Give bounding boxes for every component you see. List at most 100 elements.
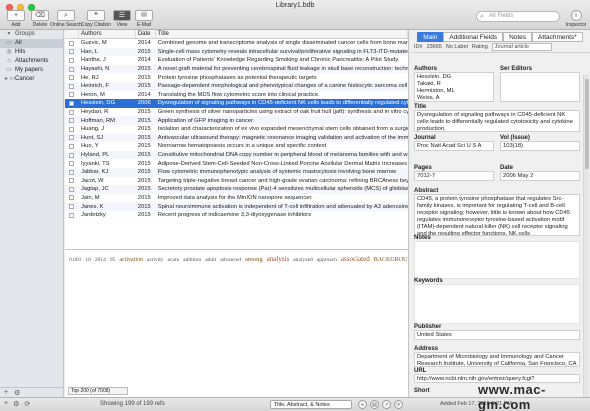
cloud-word[interactable]: associated — [341, 255, 370, 263]
cloud-word[interactable]: 95 — [110, 257, 116, 263]
row-checkbox[interactable] — [65, 126, 79, 132]
row-checkbox[interactable] — [65, 195, 79, 201]
table-row[interactable]: Hesslein, DG 2006 Dysregulation of signali… — [65, 99, 408, 108]
row-checkbox[interactable] — [65, 135, 79, 141]
row-checkbox[interactable] — [65, 169, 79, 175]
refresh-icon[interactable]: ⟳ — [394, 400, 403, 409]
table-row[interactable]: Jain, M 2015 Improved data analysis for th… — [65, 194, 408, 203]
date-value[interactable]: 2006 May 2 — [500, 171, 580, 181]
cloud-word[interactable]: adult — [205, 257, 216, 263]
col-select[interactable] — [65, 30, 79, 38]
row-checkbox[interactable] — [65, 66, 79, 72]
row-checkbox[interactable] — [65, 161, 79, 167]
table-row[interactable]: Han, L 2015 Single-cell mass cytometry rev… — [65, 47, 408, 57]
sidebar-item-all[interactable]: ▭ All — [0, 39, 63, 48]
publisher-value[interactable]: United States — [414, 330, 580, 340]
table-row[interactable]: Jardetzky 2015 Recent progress of indicaem… — [65, 211, 408, 220]
reference-type-select[interactable]: Journal article — [491, 43, 552, 51]
table-row[interactable]: Heydari, R 2015 Green synthesis of silver … — [65, 108, 408, 117]
volume-value[interactable]: 103(18) — [500, 141, 580, 151]
pdf-icon[interactable]: ▤ — [370, 400, 379, 409]
abstract-value[interactable]: CD45, a protein tyrosine phosphatase tha… — [414, 194, 580, 236]
cloud-word[interactable]: among — [245, 256, 263, 263]
ser-editors-box[interactable] — [500, 72, 580, 102]
inspector-scrollbar[interactable] — [583, 75, 589, 397]
cloud-word[interactable]: activity — [147, 257, 164, 263]
row-checkbox[interactable] — [65, 92, 79, 98]
link-icon[interactable]: ∞ — [358, 400, 367, 409]
row-checkbox[interactable] — [65, 57, 79, 63]
col-authors[interactable]: Authors — [79, 30, 136, 38]
tab-main[interactable]: Main — [417, 32, 444, 42]
settings-icon[interactable]: ⚙ — [13, 400, 19, 408]
cloud-word[interactable]: activation — [119, 257, 143, 263]
authors-box[interactable]: Hesslein, DG Takaki, R Hermiston, ML Weiss,… — [414, 72, 494, 102]
add-group-icon[interactable]: + — [4, 389, 8, 396]
row-checkbox[interactable] — [65, 118, 79, 124]
table-row[interactable]: Jagtap, JC 2015 Secretory prostate apoptos… — [65, 185, 408, 194]
table-row[interactable]: Jacot, W 2015 Targeting triple-negative br… — [65, 177, 408, 186]
row-checkbox[interactable] — [65, 178, 79, 184]
notes-box[interactable] — [414, 241, 580, 279]
cloud-word[interactable]: 2014 — [95, 257, 106, 263]
tab-additional-fields[interactable]: Additional Fields — [443, 32, 504, 42]
keywords-box[interactable] — [414, 284, 580, 324]
sidebar-item-attachments[interactable]: ⌂ Attachments — [0, 57, 63, 66]
cloud-word[interactable]: 10 — [85, 257, 91, 263]
cloud-word[interactable]: addition — [183, 257, 201, 263]
pages-value[interactable]: 7012-7 — [414, 171, 494, 181]
scrollbar-thumb[interactable] — [585, 79, 589, 169]
table-row[interactable]: He, RJ 2015 Protein tyrosine phosphatases … — [65, 73, 408, 82]
row-checkbox[interactable] — [65, 83, 79, 89]
row-checkbox[interactable] — [65, 100, 79, 106]
cloud-source-select[interactable]: Title, Abstract, & Notes — [270, 400, 352, 409]
title-value[interactable]: Dysregulation of signaling pathways in C… — [414, 110, 580, 132]
table-row[interactable]: Hayashi, N 2015 A novel graft material for… — [65, 64, 408, 74]
search-input[interactable]: ⌕ All Fields — [476, 11, 560, 22]
sidebar-item-my-papers[interactable]: ▭ My papers — [0, 66, 63, 75]
table-row[interactable]: Jabbar, KJ 2015 Flow cytometric immunophen… — [65, 167, 408, 177]
table-row[interactable]: Huang, J 2015 Isolation and characterizati… — [65, 125, 408, 134]
table-row[interactable]: Hunt, SJ 2015 Antivascular ultrasound ther… — [65, 133, 408, 143]
table-row[interactable]: Hyland, PL 2015 Constitutive mitochondrial… — [65, 150, 408, 160]
table-row[interactable]: Iyyanki, TS 2015 Adipose-Derived Stem-Cell… — [65, 159, 408, 168]
inspector-button[interactable]: i Inspector — [564, 10, 588, 28]
cloud-word[interactable]: advanced — [220, 257, 241, 263]
address-value[interactable]: Department of Microbiology and Immunolog… — [414, 352, 580, 367]
row-checkbox[interactable] — [65, 49, 79, 55]
cloud-word[interactable]: 0.001 — [69, 257, 81, 263]
journal-value[interactable]: Proc Natl Acad Sci U S A — [414, 141, 494, 151]
label-value[interactable]: No Label — [446, 44, 468, 50]
row-checkbox[interactable] — [65, 109, 79, 115]
row-checkbox[interactable] — [65, 75, 79, 81]
row-checkbox[interactable] — [65, 152, 79, 158]
email-button[interactable]: ✉ E-Mail — [126, 10, 162, 28]
row-checkbox[interactable] — [65, 204, 79, 210]
tab-notes[interactable]: Notes — [503, 32, 533, 42]
table-row[interactable]: Haritha, J 2014 Evaluation of Patients' Kn… — [65, 56, 408, 65]
row-checkbox[interactable] — [65, 40, 79, 46]
table-row[interactable]: Guzvic, M 2014 Combined genome and transcr… — [65, 39, 408, 48]
table-row[interactable]: Heron, M 2014 Translating the MDS flow cyt… — [65, 91, 408, 100]
tab-attachments[interactable]: Attachments* — [532, 32, 583, 42]
col-title[interactable]: Title — [156, 30, 408, 38]
gear-icon[interactable]: ⚙ — [14, 389, 20, 397]
cloud-word[interactable]: analysis — [267, 255, 290, 263]
share-icon[interactable]: ↗ — [382, 400, 391, 409]
sidebar-item-cancer[interactable]: ▸ ▭ Cancer — [0, 75, 63, 84]
cloud-word[interactable]: BACKGROUND — [374, 257, 408, 263]
cloud-word[interactable]: approach — [317, 257, 337, 263]
table-row[interactable]: Hoffman, RM 2015 Application of GFP imagin… — [65, 116, 408, 125]
cloud-limit-select[interactable]: Top 200 (of 7008) — [68, 387, 128, 395]
col-date[interactable]: Date — [136, 30, 156, 38]
table-row[interactable]: Janes, K 2015 Spinal neuroimmune activatio… — [65, 202, 408, 211]
add-group-footer-icon[interactable]: + — [4, 400, 8, 408]
table-row[interactable]: Huo, Y 2015 Nonnarrow hematopoiesis occurs… — [65, 142, 408, 151]
sidebar-item-hits[interactable]: ◎ Hits — [0, 48, 63, 57]
table-row[interactable]: Heinrich, F 2015 Passage-dependent morphol… — [65, 81, 408, 91]
row-checkbox[interactable] — [65, 212, 79, 218]
row-checkbox[interactable] — [65, 186, 79, 192]
sidebar-item-groups[interactable]: ▾ Groups — [0, 30, 63, 39]
sync-icon[interactable]: ⟳ — [24, 400, 30, 408]
row-checkbox[interactable] — [65, 143, 79, 149]
